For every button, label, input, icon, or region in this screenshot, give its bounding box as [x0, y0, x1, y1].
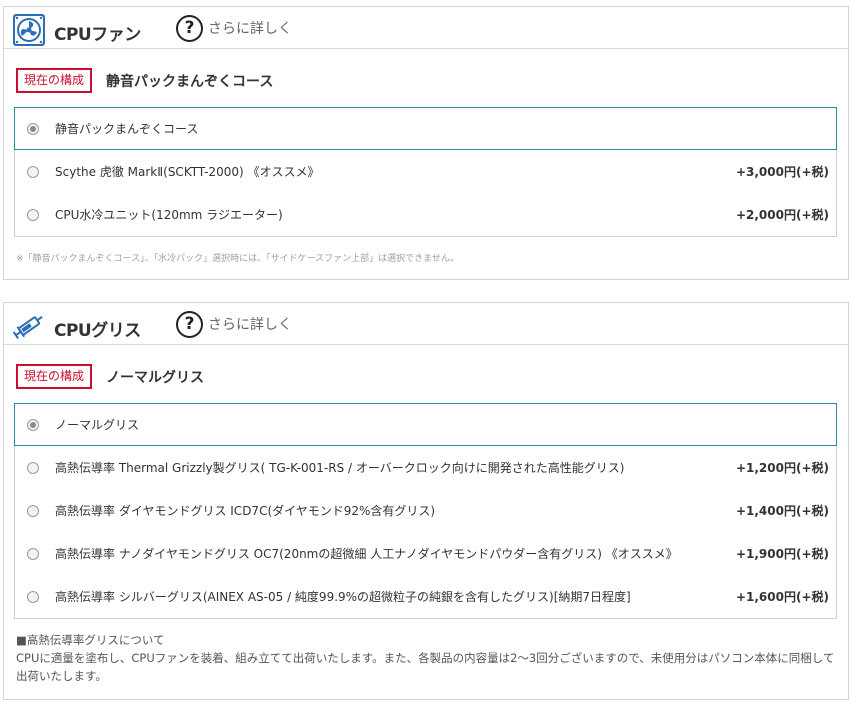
current-config: 現在の構成 静音パックまんぞくコース: [16, 68, 273, 93]
fan-options: 静音パックまんぞくコース Scythe 虎徹 MarkⅡ(SCKTT-2000)…: [14, 107, 837, 237]
radio-button[interactable]: [27, 165, 39, 178]
option-label: ノーマルグリス: [55, 418, 140, 432]
more-info-link[interactable]: ? さらに詳しく: [176, 14, 292, 42]
option-price: +3,000円(+税): [735, 165, 829, 179]
question-icon: ?: [176, 310, 203, 338]
option-label: CPU水冷ユニット(120mm ラジエーター): [55, 208, 283, 222]
option-row[interactable]: 高熱伝導率 シルバーグリス(AINEX AS-05 / 純度99.9%の超微粒子…: [15, 575, 836, 618]
option-label: Scythe 虎徹 MarkⅡ(SCKTT-2000) 《オススメ》: [55, 165, 320, 179]
cpu-grease-header: CPUグリス ? さらに詳しく: [4, 303, 848, 345]
radio-button[interactable]: [27, 418, 39, 431]
option-row[interactable]: 高熱伝導率 Thermal Grizzly製グリス( TG-K-001-RS /…: [15, 446, 836, 489]
fan-icon: [11, 12, 47, 48]
current-config-badge: 現在の構成: [16, 364, 93, 389]
option-row[interactable]: 静音パックまんぞくコース: [14, 107, 837, 150]
option-label: 高熱伝導率 ナノダイヤモンドグリス OC7(20nmの超微細 人工ナノダイヤモン…: [55, 547, 678, 561]
cpu-fan-header: CPUファン ? さらに詳しく: [4, 7, 848, 49]
option-price: +2,000円(+税): [735, 208, 829, 222]
option-label: 静音パックまんぞくコース: [55, 122, 199, 136]
radio-button[interactable]: [27, 122, 39, 135]
option-label: 高熱伝導率 ダイヤモンドグリス ICD7C(ダイヤモンド92%含有グリス): [55, 504, 436, 518]
grease-options: ノーマルグリス 高熱伝導率 Thermal Grizzly製グリス( TG-K-…: [14, 403, 837, 619]
option-row[interactable]: 高熱伝導率 ナノダイヤモンドグリス OC7(20nmの超微細 人工ナノダイヤモン…: [15, 532, 836, 575]
current-config-value: 静音パックまんぞくコース: [106, 73, 274, 90]
option-price: +1,400円(+税): [735, 504, 829, 518]
radio-button[interactable]: [27, 461, 39, 474]
option-row[interactable]: 高熱伝導率 ダイヤモンドグリス ICD7C(ダイヤモンド92%含有グリス) +1…: [15, 489, 836, 532]
radio-button[interactable]: [27, 547, 39, 560]
option-row[interactable]: CPU水冷ユニット(120mm ラジエーター) +2,000円(+税): [15, 193, 836, 236]
radio-button[interactable]: [27, 590, 39, 603]
grease-note-title: ■高熱伝導率グリスについて: [16, 633, 165, 647]
option-price: +1,600円(+税): [735, 590, 829, 604]
fan-note: ※「静音パックまんぞくコース」、「水冷パック」選択時には、「サイドケースファン上…: [16, 254, 459, 264]
current-config-value: ノーマルグリス: [106, 369, 205, 386]
cpu-grease-section: CPUグリス ? さらに詳しく 現在の構成 ノーマルグリス ノーマルグリス 高熱…: [3, 302, 849, 700]
section-title: CPUファン: [54, 25, 141, 45]
question-icon: ?: [176, 14, 203, 42]
radio-button[interactable]: [27, 504, 39, 517]
syringe-icon: [11, 308, 47, 344]
more-info-label: さらに詳しく: [208, 317, 292, 333]
option-label: 高熱伝導率 シルバーグリス(AINEX AS-05 / 純度99.9%の超微粒子…: [55, 590, 631, 604]
section-title: CPUグリス: [54, 321, 141, 341]
option-price: +1,200円(+税): [735, 461, 829, 475]
grease-note-body: CPUに適量を塗布し、CPUファンを装着、組み立てて出荷いたします。また、各製品…: [16, 651, 835, 683]
option-row[interactable]: ノーマルグリス: [14, 403, 837, 446]
radio-button[interactable]: [27, 208, 39, 221]
cpu-fan-section: CPUファン ? さらに詳しく 現在の構成 静音パックまんぞくコース 静音パック…: [3, 6, 849, 280]
option-row[interactable]: Scythe 虎徹 MarkⅡ(SCKTT-2000) 《オススメ》 +3,00…: [15, 150, 836, 193]
current-config-badge: 現在の構成: [16, 68, 93, 93]
more-info-label: さらに詳しく: [208, 21, 292, 37]
option-label: 高熱伝導率 Thermal Grizzly製グリス( TG-K-001-RS /…: [55, 461, 625, 475]
more-info-link[interactable]: ? さらに詳しく: [176, 310, 292, 338]
option-price: +1,900円(+税): [735, 547, 829, 561]
grease-note: ■高熱伝導率グリスについて CPUに適量を塗布し、CPUファンを装着、組み立てて…: [16, 631, 836, 685]
current-config: 現在の構成 ノーマルグリス: [16, 364, 204, 389]
